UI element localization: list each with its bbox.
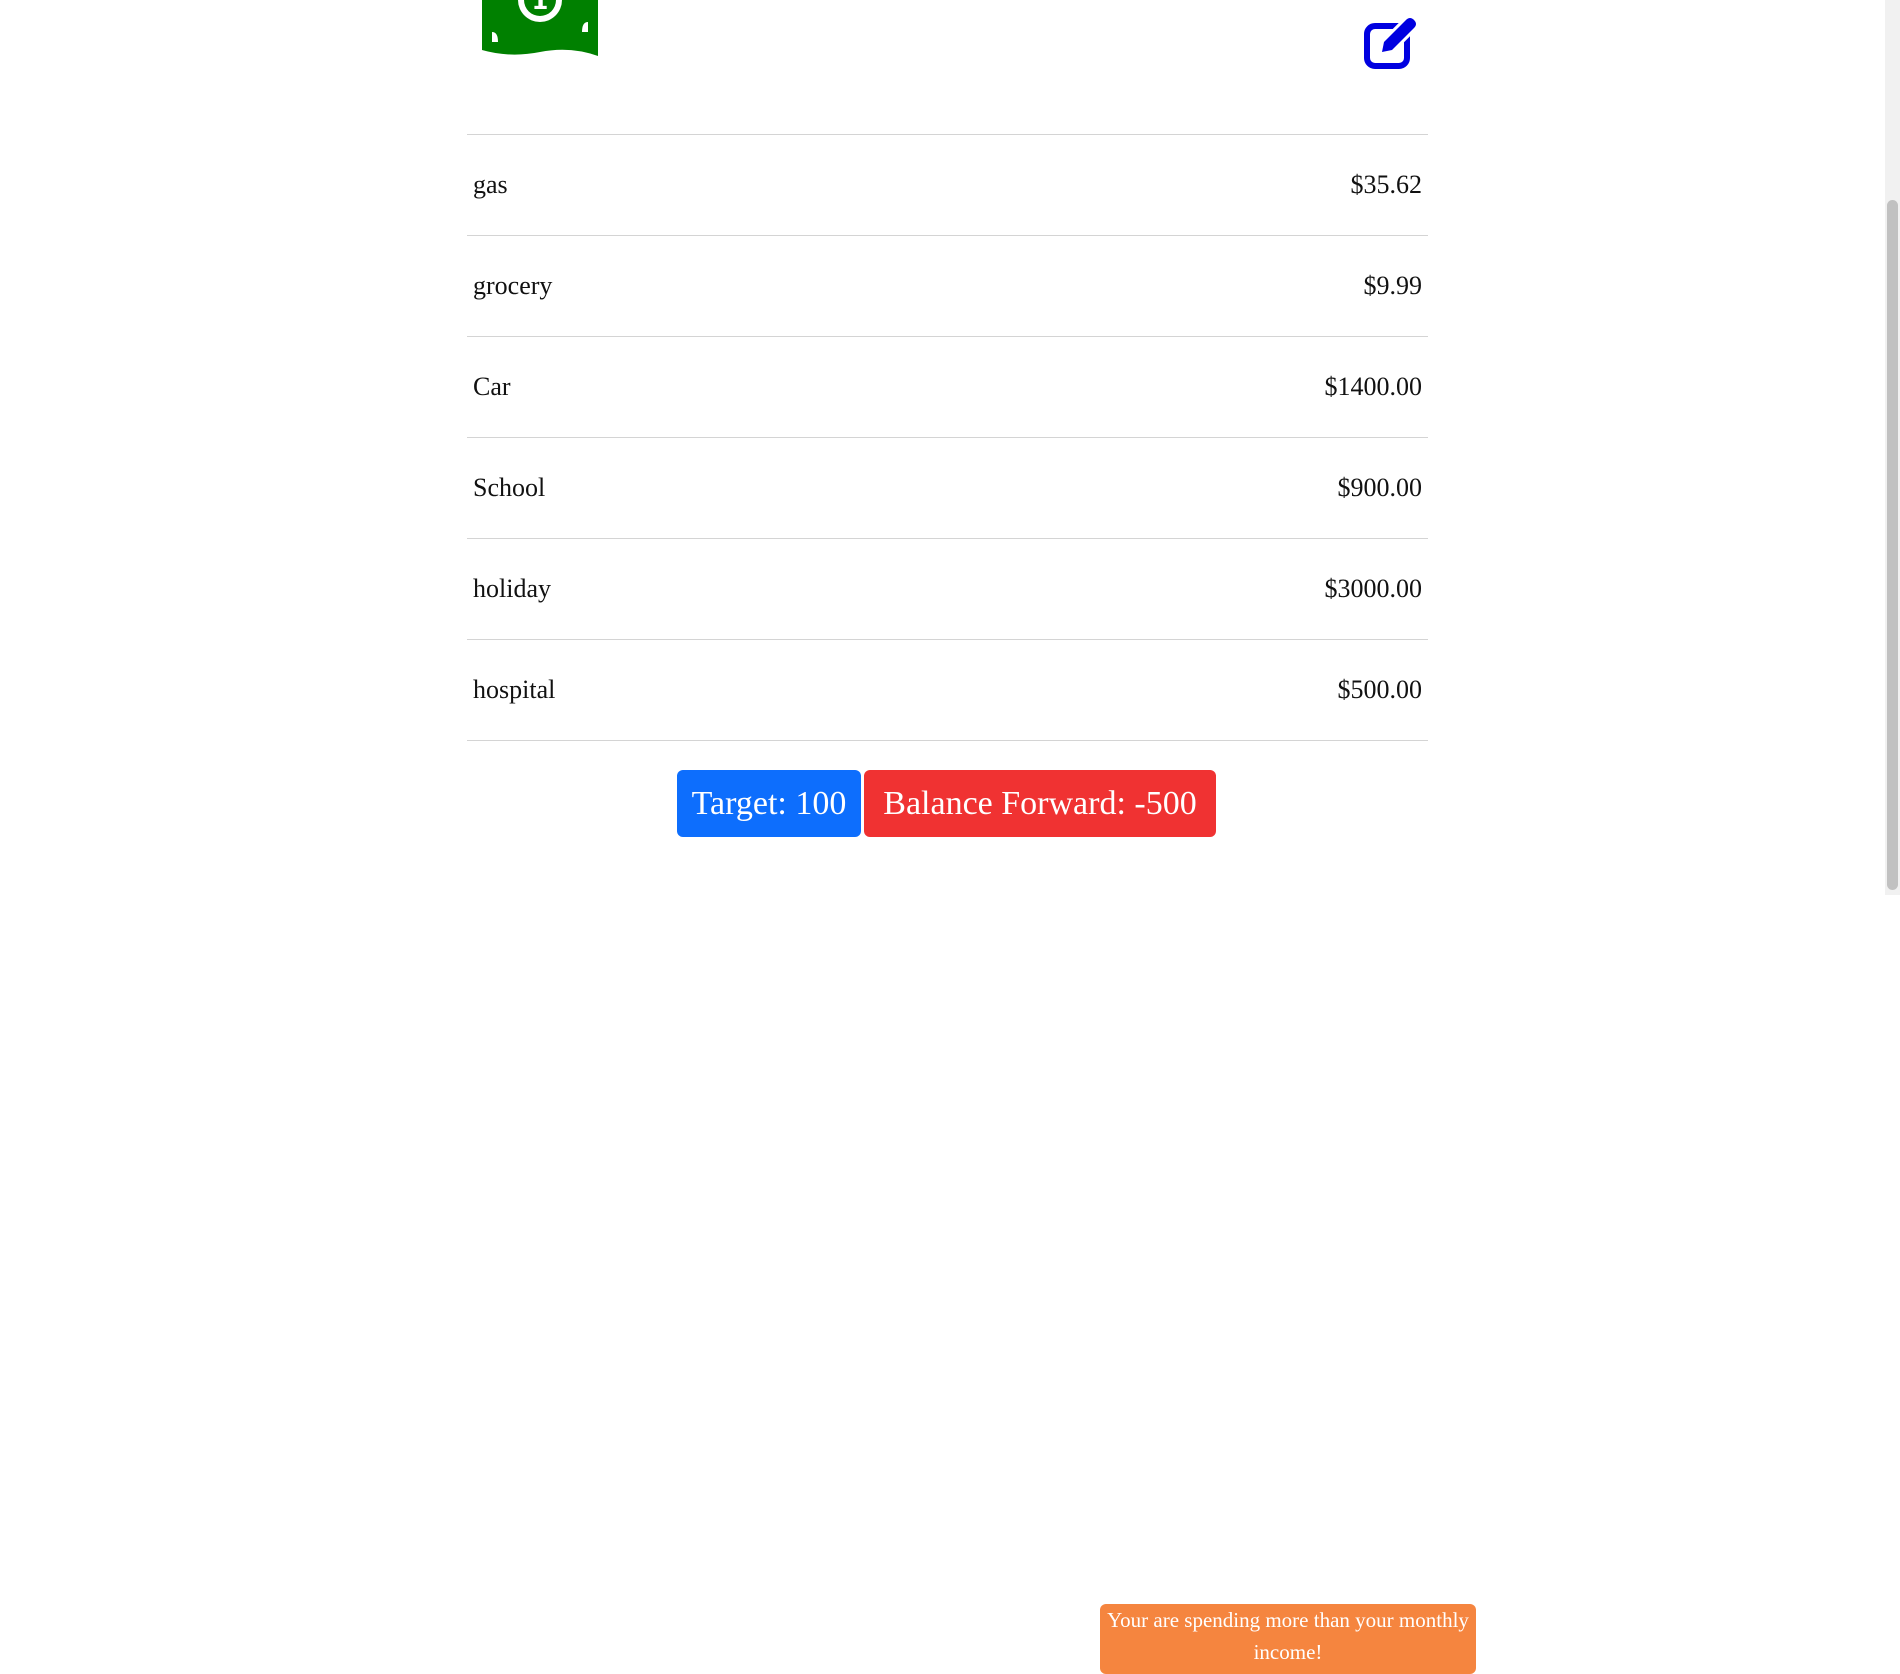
expense-name: hospital	[473, 675, 556, 704]
money-bill-icon: 1	[482, 0, 598, 56]
expense-name: grocery	[473, 271, 553, 300]
expense-amount: $1400.00	[1324, 372, 1423, 401]
target-badge: Target: 100	[677, 770, 861, 837]
expense-name: holiday	[473, 574, 551, 603]
expense-name: School	[473, 473, 546, 502]
expense-amount: $3000.00	[1324, 574, 1423, 603]
expense-amount: $500.00	[1337, 675, 1423, 704]
expense-amount: $9.99	[1363, 271, 1423, 300]
expense-amount: $35.62	[1350, 170, 1423, 199]
expense-name: gas	[473, 170, 508, 199]
expense-row-hospital[interactable]: hospital $500.00	[467, 640, 1428, 741]
svg-text:1: 1	[532, 0, 549, 15]
overspending-warning: Your are spending more than your monthly…	[1100, 1604, 1476, 1674]
scrollbar-thumb[interactable]	[1887, 200, 1898, 890]
expense-list: gas $35.62 grocery $9.99 Car $1400.00 Sc…	[467, 134, 1428, 741]
edit-icon[interactable]	[1362, 14, 1418, 70]
scrollbar-track[interactable]	[1885, 0, 1900, 895]
expense-name: Car	[473, 372, 511, 401]
expense-row-gas[interactable]: gas $35.62	[467, 135, 1428, 236]
expense-row-grocery[interactable]: grocery $9.99	[467, 236, 1428, 337]
expense-row-car[interactable]: Car $1400.00	[467, 337, 1428, 438]
budget-container: 1 gas $35.62 grocery $9.99 Car $1400.00 …	[467, 0, 1476, 1674]
balance-forward-badge: Balance Forward: -500	[864, 770, 1216, 837]
expense-row-holiday[interactable]: holiday $3000.00	[467, 539, 1428, 640]
expense-row-school[interactable]: School $900.00	[467, 438, 1428, 539]
expense-amount: $900.00	[1337, 473, 1423, 502]
